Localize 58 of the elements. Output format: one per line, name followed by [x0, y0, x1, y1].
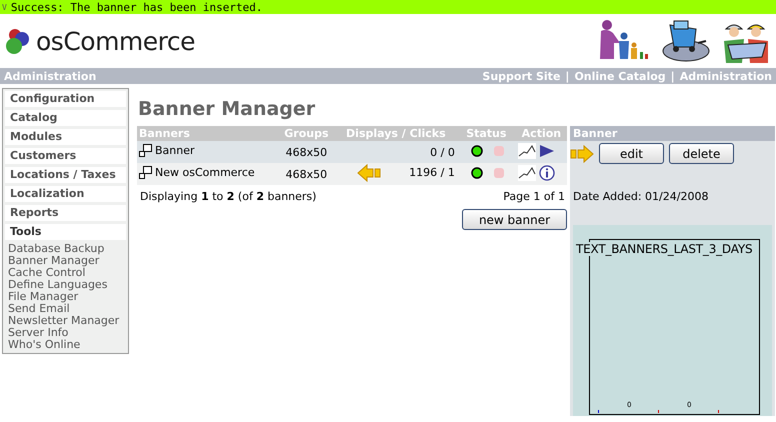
sidebar-heading[interactable]: Modules — [5, 129, 126, 145]
axis-tick — [658, 410, 659, 413]
column-header: Banners — [137, 126, 278, 141]
new-banner-button[interactable]: new banner — [462, 209, 567, 230]
sidebar-heading[interactable]: Configuration — [5, 91, 126, 107]
table-row[interactable]: New osCommerce 468x50 1196 / 1 — [137, 163, 567, 185]
sidebar-link[interactable]: File Manager — [5, 291, 126, 303]
table-row[interactable]: Banner 468x50 0 / 0 — [137, 141, 567, 163]
sidebar-heading[interactable]: Localization — [5, 186, 126, 202]
chart-icon[interactable] — [518, 142, 536, 158]
page-title: Banner Manager — [137, 97, 316, 122]
sidebar-link[interactable]: Newsletter Manager — [5, 315, 126, 327]
result-summary: Displaying 1 to 2 (of 2 banners) — [140, 190, 316, 203]
sidebar-heading[interactable]: Reports — [5, 205, 126, 221]
sidebar-link[interactable]: Banner Manager — [5, 255, 126, 267]
sidebar-heading[interactable]: Tools — [5, 224, 126, 240]
table-cell: 468x50 — [278, 141, 335, 163]
status-dot-icon[interactable] — [470, 166, 483, 178]
table-cell: 1196 / 1 — [409, 166, 455, 179]
sidebar-heading[interactable]: Customers — [5, 148, 126, 164]
check-icon: V — [2, 2, 7, 12]
axis-tick — [718, 410, 719, 413]
nav-title: Administration — [4, 70, 96, 82]
column-header: Action — [516, 126, 567, 141]
banner-name: New osCommerce — [155, 166, 255, 179]
sidebar-link[interactable]: Define Languages — [5, 279, 126, 291]
success-message: Success: The banner has been inserted. — [10, 0, 262, 14]
table-cell: 0 / 0 — [430, 146, 455, 158]
logo-text: osCommerce — [36, 26, 196, 56]
chart-icon[interactable] — [518, 164, 536, 180]
graph-title: TEXT_BANNERS_LAST_3_DAYS — [576, 242, 752, 256]
window-icon — [139, 166, 152, 179]
play-arrow-icon[interactable] — [538, 144, 555, 158]
axis-tick — [598, 410, 599, 413]
panel-button[interactable]: edit — [599, 143, 664, 164]
sidebar-heading[interactable]: Catalog — [5, 110, 126, 126]
column-header: Displays / Clicks — [334, 126, 457, 141]
info-icon[interactable] — [538, 164, 555, 180]
separator: | — [565, 70, 570, 82]
separator: | — [670, 70, 675, 82]
arrow-right-icon — [570, 144, 594, 162]
banner-name: Banner — [155, 144, 195, 157]
page-indicator: Page 1 of 1 — [503, 190, 565, 203]
sidebar-heading[interactable]: Locations / Taxes — [5, 167, 126, 183]
panel-button[interactable]: delete — [669, 143, 734, 164]
sidebar-link[interactable]: Database Backup — [5, 243, 126, 255]
column-header: Status — [456, 126, 516, 141]
column-header: Groups — [278, 126, 335, 141]
panel-heading: Banner — [570, 126, 775, 141]
date-added: Date Added: 01/24/2008 — [572, 189, 710, 205]
sidebar-link[interactable]: Server Info — [5, 327, 126, 339]
sidebar-link[interactable]: Cache Control — [5, 267, 126, 279]
sidebar-link[interactable]: Who's Online — [5, 339, 126, 351]
cart-drawing — [660, 19, 710, 63]
sidebar-link[interactable]: Send Email — [5, 303, 126, 315]
table-cell: 468x50 — [278, 163, 335, 185]
window-icon — [139, 144, 152, 157]
status-dot-icon[interactable] — [470, 144, 483, 156]
